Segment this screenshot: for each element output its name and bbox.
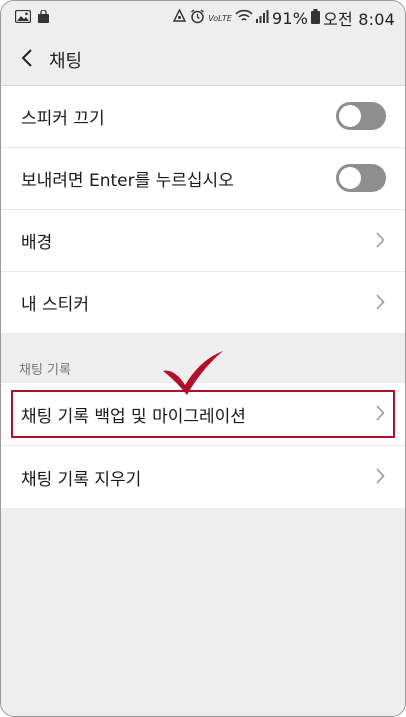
chevron-right-icon	[375, 294, 385, 310]
setting-row-my-stickers[interactable]: 내 스티커	[1, 272, 405, 333]
signal-icon	[255, 9, 269, 27]
toggle-knob	[339, 105, 361, 127]
clock: 오전 8:04	[323, 10, 395, 29]
chevron-right-icon	[375, 232, 385, 248]
battery-icon	[311, 8, 321, 28]
battery-percent: 91%	[271, 8, 309, 28]
gallery-notification-icon	[14, 9, 32, 27]
shopping-bag-icon	[37, 9, 50, 27]
setting-label: 배경	[21, 233, 53, 253]
checkmark-annotation-icon	[163, 351, 223, 395]
section-label: 채팅 기록	[19, 363, 71, 378]
setting-row-mute-sticker[interactable]: 스피커 끄기	[1, 86, 405, 148]
data-saver-icon	[172, 8, 187, 27]
volte-label: VoLTE	[208, 13, 232, 23]
back-button[interactable]	[15, 48, 39, 72]
enter-to-send-toggle[interactable]	[336, 164, 386, 192]
setting-row-background[interactable]: 배경	[1, 210, 405, 272]
chevron-right-icon	[375, 468, 385, 484]
status-right-icons: VoLTE 91% 오전 8:04	[172, 6, 395, 30]
mute-sticker-toggle[interactable]	[336, 102, 386, 130]
setting-label: 보내려면 Enter를 누르십시오	[21, 171, 234, 191]
phone-frame: VoLTE 91% 오전 8:04 채팅 스피커 끄기 보내려면 Enter를 …	[0, 0, 406, 717]
toggle-knob	[339, 167, 361, 189]
setting-row-enter-to-send[interactable]: 보내려면 Enter를 누르십시오	[1, 148, 405, 210]
setting-label: 내 스티커	[21, 295, 89, 315]
status-bar: VoLTE 91% 오전 8:04	[1, 1, 405, 35]
page-title: 채팅	[49, 51, 83, 72]
setting-row-clear-history[interactable]: 채팅 기록 지우기	[1, 446, 405, 508]
app-bar: 채팅	[1, 35, 405, 85]
setting-label: 스피커 끄기	[21, 109, 105, 129]
highlight-box	[11, 390, 395, 438]
status-left-icons	[14, 9, 50, 27]
wifi-icon	[235, 9, 253, 27]
setting-label: 채팅 기록 지우기	[21, 469, 142, 490]
alarm-icon	[190, 8, 205, 28]
chat-settings-list: 스피커 끄기 보내려면 Enter를 누르십시오 배경 내 스티커	[1, 86, 405, 333]
back-arrow-icon	[21, 48, 33, 72]
